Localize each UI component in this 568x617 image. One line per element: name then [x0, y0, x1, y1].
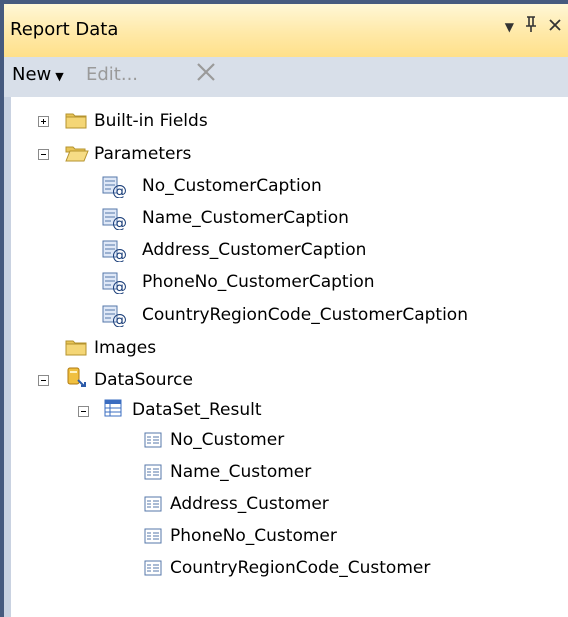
tree-item-parameter[interactable]: PhoneNo_CustomerCaption [142, 269, 375, 295]
new-label: New [12, 64, 52, 85]
tree-item-parameters[interactable]: Parameters [94, 141, 191, 167]
parameter-icon: @ [102, 208, 127, 230]
tree-item-dataset[interactable]: DataSet_Result [132, 397, 262, 423]
field-icon [144, 528, 162, 544]
edit-button[interactable]: Edit... [86, 64, 138, 85]
tree-item-parameter[interactable]: Name_CustomerCaption [142, 205, 349, 231]
tree-item-field[interactable]: PhoneNo_Customer [170, 523, 337, 549]
svg-text:@: @ [112, 311, 127, 327]
tree-item-field[interactable]: Address_Customer [170, 491, 329, 517]
parameter-icon: @ [102, 240, 127, 262]
panel-controls: ▼ [505, 15, 562, 38]
tree-item-field[interactable]: Name_Customer [170, 459, 311, 485]
expand-toggle-builtin-fields[interactable] [38, 116, 49, 127]
panel-title-bar: Report Data ▼ [0, 0, 568, 57]
tree-item-field[interactable]: CountryRegionCode_Customer [170, 555, 430, 581]
folder-open-icon [65, 146, 89, 162]
collapse-toggle-datasource[interactable] [38, 375, 49, 386]
tree-item-builtin-fields[interactable]: Built-in Fields [94, 108, 208, 134]
folder-icon [65, 340, 87, 356]
report-data-panel: Report Data ▼ New ▼ Edit... Built-in Fiel… [0, 0, 568, 617]
delete-icon [197, 63, 215, 81]
tree-item-images[interactable]: Images [94, 335, 156, 361]
field-icon [144, 464, 162, 480]
parameter-icon: @ [102, 176, 127, 198]
tree-item-parameter[interactable]: Address_CustomerCaption [142, 237, 366, 263]
panel-title: Report Data [10, 19, 119, 40]
delete-button[interactable] [192, 58, 220, 91]
field-icon [144, 432, 162, 448]
collapse-toggle-parameters[interactable] [38, 149, 49, 160]
panel-toolbar: New ▼ Edit... [0, 57, 568, 97]
svg-text:@: @ [112, 214, 127, 230]
dropdown-icon[interactable]: ▼ [505, 20, 514, 34]
field-icon [144, 496, 162, 512]
collapse-toggle-dataset[interactable] [78, 406, 89, 417]
tree-item-datasource[interactable]: DataSource [94, 367, 193, 393]
parameter-icon: @ [102, 272, 127, 294]
tree-item-field[interactable]: No_Customer [170, 427, 284, 453]
new-button[interactable]: New ▼ [12, 64, 64, 85]
dataset-icon [104, 399, 122, 417]
svg-text:@: @ [112, 246, 127, 262]
tree-item-parameter[interactable]: CountryRegionCode_CustomerCaption [142, 302, 468, 328]
tree-margin [4, 97, 11, 617]
svg-text:@: @ [112, 182, 127, 198]
close-icon[interactable] [548, 16, 562, 37]
pin-icon[interactable] [524, 15, 538, 38]
folder-icon [65, 113, 87, 129]
field-icon [144, 560, 162, 576]
svg-text:@: @ [112, 278, 127, 294]
tree-item-parameter[interactable]: No_CustomerCaption [142, 173, 322, 199]
datasource-icon [67, 367, 86, 387]
parameter-icon: @ [102, 305, 127, 327]
chevron-down-icon: ▼ [55, 70, 64, 83]
